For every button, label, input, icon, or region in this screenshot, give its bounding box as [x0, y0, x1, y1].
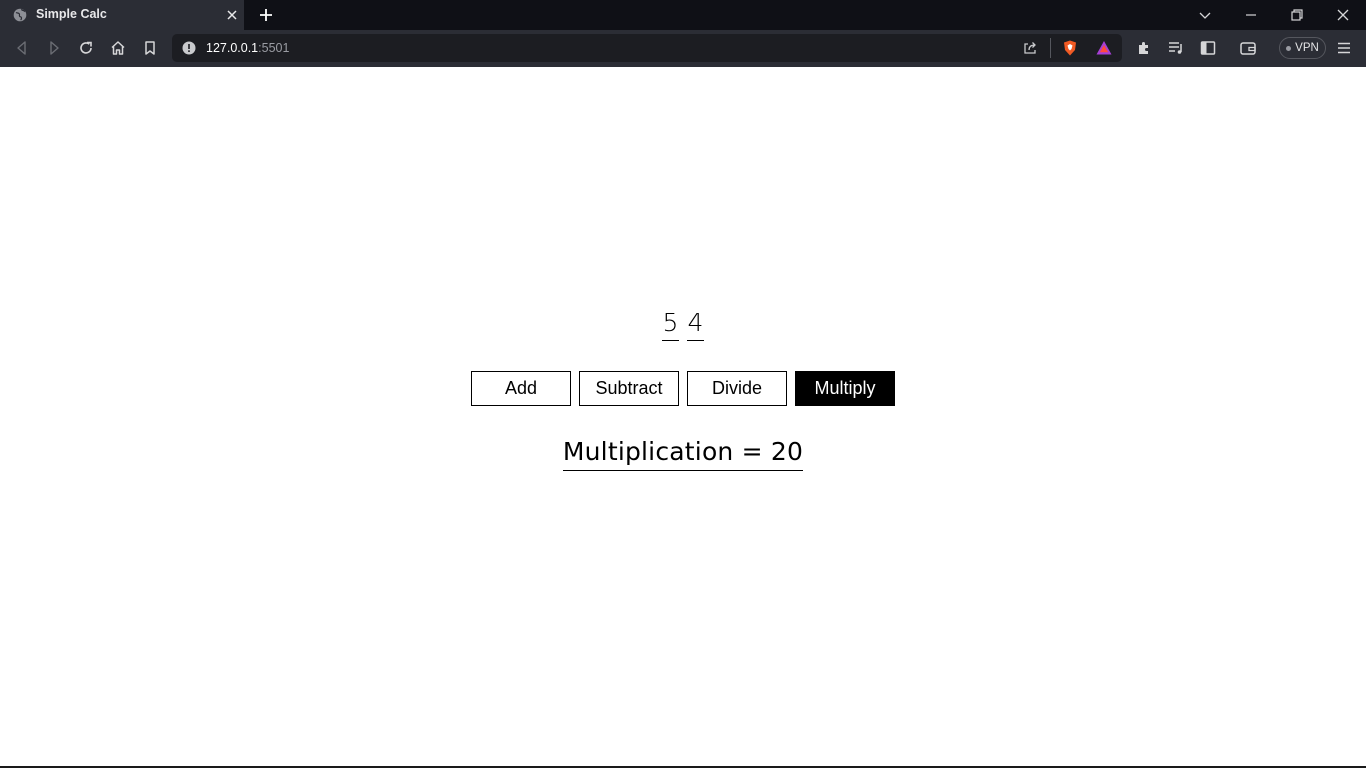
close-tab-icon[interactable] — [225, 8, 239, 22]
wallet-icon[interactable] — [1239, 39, 1257, 57]
menu-hamburger-icon[interactable] — [1335, 39, 1353, 57]
restore-icon[interactable] — [1289, 7, 1305, 23]
number-inputs — [0, 305, 1366, 341]
tab-search-chevron-icon[interactable] — [1197, 7, 1213, 23]
playlist-icon[interactable] — [1167, 39, 1185, 57]
close-window-icon[interactable] — [1335, 7, 1351, 23]
tab-title: Simple Calc — [36, 7, 107, 21]
forward-icon[interactable] — [45, 39, 63, 57]
vpn-label: VPN — [1295, 42, 1319, 54]
browser-tab-active[interactable]: Simple Calc — [0, 0, 244, 30]
brave-shields-icon[interactable] — [1061, 39, 1079, 57]
first-number-input[interactable] — [662, 305, 679, 341]
result-row: Multiplication = 20 — [0, 435, 1366, 471]
multiply-button[interactable]: Multiply — [795, 371, 895, 406]
page-content: Add Subtract Divide Multiply Multiplicat… — [0, 67, 1366, 766]
bookmark-icon[interactable] — [141, 39, 159, 57]
subtract-button[interactable]: Subtract — [579, 371, 679, 406]
extensions-puzzle-icon[interactable] — [1135, 39, 1153, 57]
back-icon[interactable] — [13, 39, 31, 57]
browser-toolbar: 127.0.0.1:5501 VPN — [0, 30, 1366, 67]
vpn-status-dot — [1286, 45, 1292, 51]
browser-titlebar: Simple Calc — [0, 0, 1366, 30]
toolbar-divider — [1050, 38, 1051, 58]
site-info-icon[interactable] — [182, 41, 196, 55]
globe-icon — [13, 8, 27, 22]
operation-buttons: Add Subtract Divide Multiply — [0, 371, 1366, 406]
address-bar[interactable]: 127.0.0.1:5501 — [172, 34, 1122, 62]
new-tab-plus-icon[interactable] — [257, 6, 275, 24]
second-number-input[interactable] — [687, 305, 704, 341]
vpn-button[interactable]: VPN — [1279, 37, 1326, 59]
brave-rewards-icon[interactable] — [1095, 39, 1113, 57]
result-text: Multiplication = 20 — [562, 435, 804, 471]
url-host: 127.0.0.1 — [206, 41, 259, 55]
reload-icon[interactable] — [77, 39, 95, 57]
divide-button[interactable]: Divide — [687, 371, 787, 406]
url-text: 127.0.0.1:5501 — [206, 41, 289, 55]
sidebar-toggle-icon[interactable] — [1199, 39, 1217, 57]
url-port: :5501 — [258, 41, 290, 55]
minimize-icon[interactable] — [1243, 7, 1259, 23]
home-icon[interactable] — [109, 39, 127, 57]
add-button[interactable]: Add — [471, 371, 571, 406]
share-icon[interactable] — [1022, 40, 1038, 56]
